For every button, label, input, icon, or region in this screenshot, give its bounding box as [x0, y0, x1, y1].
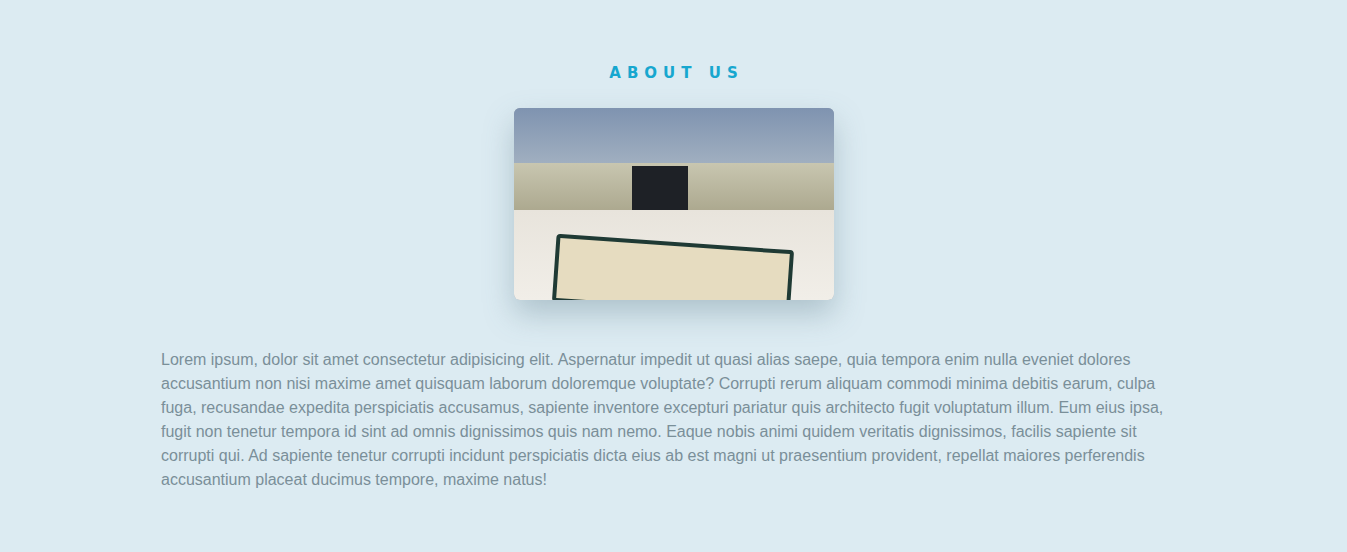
section-heading: ABOUT US — [603, 64, 743, 82]
about-paragraph: Lorem ipsum, dolor sit amet consectetur … — [161, 348, 1186, 492]
about-section: ABOUT US Lorem ipsum, dolor sit amet cons… — [0, 0, 1347, 552]
about-photo — [514, 108, 834, 300]
